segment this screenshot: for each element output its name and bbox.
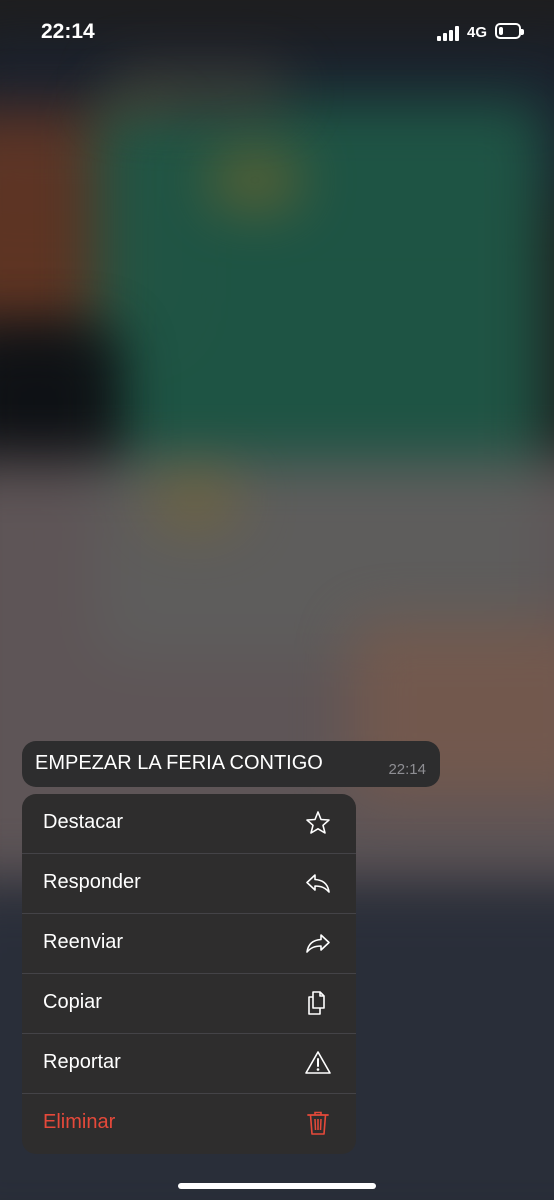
home-indicator[interactable]: [178, 1183, 376, 1189]
message-time: 22:14: [388, 761, 426, 778]
menu-item-label: Copiar: [43, 991, 102, 1013]
menu-item-destacar[interactable]: Destacar: [22, 794, 356, 854]
network-type: 4G: [467, 24, 488, 41]
menu-item-label: Reenviar: [43, 931, 124, 953]
menu-item-copiar[interactable]: Copiar: [22, 974, 356, 1034]
menu-item-eliminar[interactable]: Eliminar: [22, 1094, 356, 1154]
message-text: EMPEZAR LA FERIA CONTIGO: [35, 752, 323, 774]
signal-icon: [437, 25, 461, 41]
menu-item-label: Reportar: [43, 1051, 121, 1073]
star-icon: [306, 811, 330, 834]
status-bar: 22:14 4G: [0, 0, 554, 64]
status-time: 22:14: [41, 20, 95, 43]
menu-item-reportar[interactable]: Reportar: [22, 1034, 356, 1094]
menu-item-label: Eliminar: [43, 1111, 116, 1133]
battery-level: [499, 27, 503, 35]
copy-icon: [308, 991, 325, 1015]
selected-message-bubble[interactable]: EMPEZAR LA FERIA CONTIGO 22:14: [22, 741, 440, 787]
warning-icon: [305, 1051, 331, 1074]
menu-item-reenviar[interactable]: Reenviar: [22, 914, 356, 974]
menu-item-responder[interactable]: Responder: [22, 854, 356, 914]
menu-item-label: Destacar: [43, 811, 124, 833]
reply-icon: [306, 874, 330, 893]
message-context-menu: Destacar Responder Reenviar Copiar Repor…: [22, 794, 356, 1154]
forward-icon: [306, 934, 330, 953]
menu-item-label: Responder: [43, 871, 141, 893]
battery-icon: [495, 23, 524, 39]
trash-icon: [307, 1111, 329, 1135]
